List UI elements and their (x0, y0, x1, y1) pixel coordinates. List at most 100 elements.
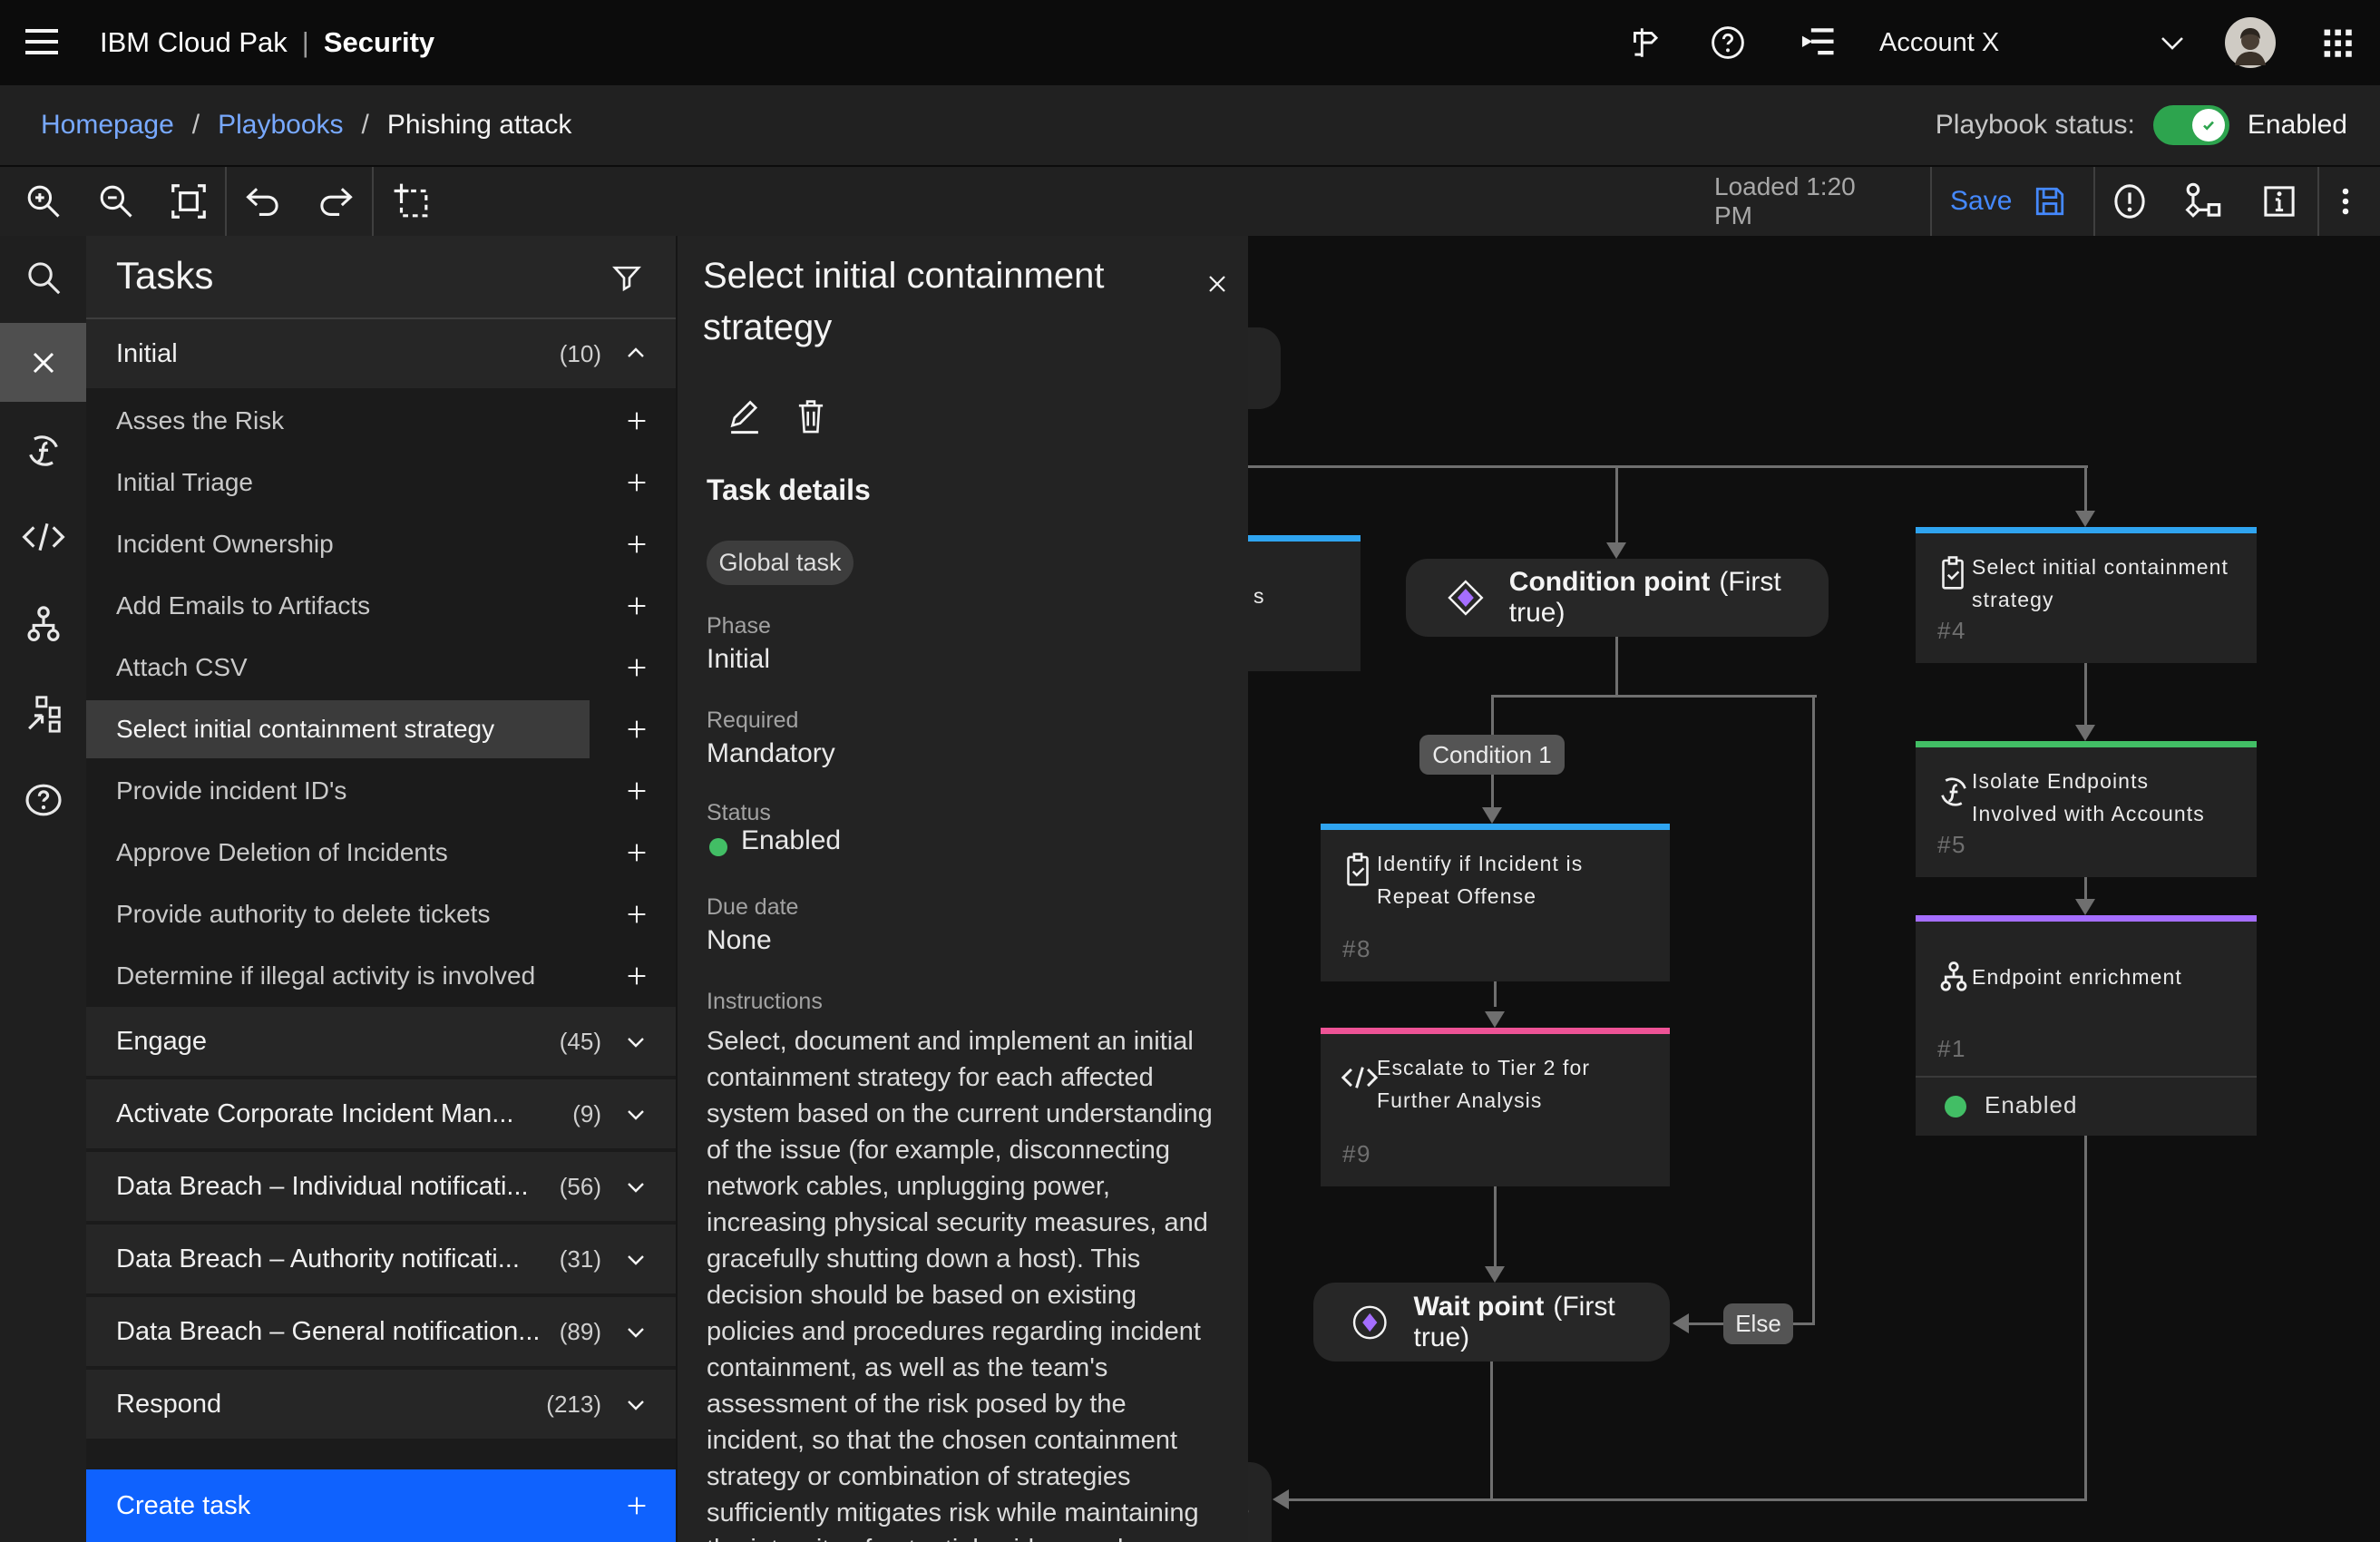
undo-button[interactable] (229, 167, 298, 236)
task-item[interactable]: Determine if illegal activity is involve… (86, 945, 676, 1007)
event-feed-icon[interactable] (1798, 25, 1836, 60)
task-details-heading: Task details (707, 473, 871, 507)
task-group-db-authority[interactable]: Data Breach – Authority notificati... (3… (86, 1225, 676, 1295)
group-label: Activate Corporate Incident Man... (116, 1099, 572, 1129)
status-label: Status (707, 800, 771, 826)
wayfinding-icon[interactable] (1622, 24, 1660, 62)
functions-icon[interactable] (0, 417, 86, 484)
help-icon[interactable] (1709, 24, 1747, 62)
top-header-bar: IBM Cloud Pak | Security Account X (0, 0, 2380, 85)
task-item[interactable]: Incident Ownership (86, 513, 676, 575)
partial-wait-node[interactable]: aths) (1248, 1462, 1272, 1542)
account-selector[interactable]: Account X (1879, 0, 1999, 85)
arrowhead (1606, 542, 1626, 559)
instructions-text: Select, document and implement an initia… (707, 1023, 1231, 1542)
tasks-title: Tasks (116, 254, 213, 298)
diagram-toolbar: Loaded 1:20 PM Save (0, 165, 2380, 236)
task-group-db-general[interactable]: Data Breach – General notification... (8… (86, 1297, 676, 1368)
task-item[interactable]: Initial Triage (86, 452, 676, 513)
connector-line (1248, 465, 2088, 468)
task-node-8[interactable]: Identify if Incident is Repeat Offense #… (1321, 824, 1670, 981)
create-task-button[interactable]: Create task (86, 1469, 676, 1542)
marquee-select-button[interactable] (377, 167, 446, 236)
fit-to-screen-button[interactable] (154, 167, 223, 236)
task-node-9[interactable]: Escalate to Tier 2 for Further Analysis … (1321, 1028, 1670, 1186)
condition-point-label: Condition point (1509, 567, 1711, 597)
node-id: #5 (1937, 831, 1966, 859)
arrowhead (1273, 1489, 1289, 1509)
close-panel-icon[interactable] (0, 323, 86, 402)
reassign-icon[interactable] (0, 679, 86, 747)
hamburger-menu-icon[interactable] (24, 25, 60, 60)
code-icon[interactable] (0, 503, 86, 571)
node-status-footer: Enabled (1916, 1076, 2257, 1136)
wait-point-label: Wait point (1413, 1292, 1544, 1322)
connector-line (1494, 1186, 1497, 1266)
add-icon (623, 469, 650, 496)
breadcrumb-playbooks[interactable]: Playbooks (218, 110, 343, 141)
zoom-out-button[interactable] (82, 167, 151, 236)
partial-task-node[interactable]: s (1248, 535, 1361, 671)
app-switcher-grid-icon[interactable] (2318, 24, 2356, 62)
task-group-db-individual[interactable]: Data Breach – Individual notificati... (… (86, 1152, 676, 1223)
node-color-bar (1916, 915, 2257, 922)
chevron-down-icon (621, 1099, 650, 1128)
validation-warning-button[interactable] (2095, 167, 2164, 236)
task-item[interactable]: Approve Deletion of Incidents (86, 822, 676, 883)
task-item[interactable]: Provide authority to delete tickets (86, 883, 676, 945)
filter-icon[interactable] (610, 261, 644, 296)
group-count: (31) (560, 1245, 601, 1274)
else-tag[interactable]: Else (1723, 1303, 1793, 1344)
task-group-engage[interactable]: Engage (45) (86, 1007, 676, 1078)
wait-point-node[interactable]: Wait point(First true) (1313, 1283, 1670, 1361)
condition-point-node[interactable]: Condition point(First true) (1406, 559, 1829, 637)
zoom-in-button[interactable] (9, 167, 78, 236)
help-circle-icon[interactable] (0, 766, 86, 834)
task-item-label: Add Emails to Artifacts (116, 591, 623, 620)
task-item[interactable]: Add Emails to Artifacts (86, 575, 676, 637)
group-label: Data Breach – Authority notificati... (116, 1244, 560, 1274)
search-icon[interactable] (0, 244, 86, 311)
delete-icon[interactable] (792, 395, 830, 437)
task-item[interactable]: Provide incident ID's (86, 760, 676, 822)
info-panel-button[interactable] (2245, 167, 2314, 236)
brand-divider: | (302, 26, 309, 59)
connector-line (2084, 468, 2087, 511)
group-count: (45) (560, 1028, 601, 1056)
group-count: (10) (560, 340, 601, 368)
task-group-activate[interactable]: Activate Corporate Incident Man... (9) (86, 1079, 676, 1150)
task-node-1[interactable]: Endpoint enrichment #1 Enabled (1916, 915, 2257, 1136)
task-group-initial[interactable]: Initial (10) (86, 319, 676, 390)
task-node-4[interactable]: Select initial containment strategy #4 (1916, 527, 2257, 663)
app-window: IBM Cloud Pak | Security Account X (0, 0, 2380, 1542)
task-node-5[interactable]: Isolate Endpoints Involved with Accounts… (1916, 741, 2257, 877)
playbook-canvas[interactable]: s Condition point(First true) Condition … (1248, 236, 2380, 1542)
hierarchy-icon[interactable] (0, 590, 86, 658)
task-item[interactable]: Asses the Risk (86, 390, 676, 452)
task-item-selected[interactable]: Select initial containment strategy (86, 698, 676, 760)
overflow-menu-button[interactable] (2311, 167, 2380, 236)
task-item[interactable]: Attach CSV (86, 637, 676, 698)
redo-button[interactable] (301, 167, 370, 236)
account-chevron-down-icon[interactable] (2157, 33, 2188, 54)
playbook-status-toggle[interactable] (2153, 105, 2229, 145)
task-group-respond[interactable]: Respond (213) (86, 1370, 676, 1440)
group-label: Initial (116, 339, 560, 369)
flow-overview-button[interactable] (2168, 167, 2237, 236)
avatar[interactable] (2224, 16, 2277, 69)
connector-line (2084, 663, 2087, 725)
breadcrumb-homepage[interactable]: Homepage (41, 110, 174, 141)
breadcrumb-current: Phishing attack (387, 110, 571, 141)
group-count: (89) (560, 1318, 601, 1346)
loaded-timestamp: Loaded 1:20 PM (1714, 167, 1900, 236)
edit-icon[interactable] (725, 395, 765, 437)
partial-node[interactable] (1248, 327, 1281, 409)
connector-line (1490, 1361, 1493, 1501)
clipboard-check-icon (1936, 554, 1970, 592)
task-item-label: Attach CSV (116, 653, 623, 682)
condition-1-tag[interactable]: Condition 1 (1419, 735, 1565, 775)
chevron-down-icon (621, 1027, 650, 1056)
breadcrumb-bar: Homepage / Playbooks / Phishing attack P… (0, 85, 2380, 165)
save-button[interactable]: Save (1950, 167, 2068, 236)
close-icon[interactable] (1203, 269, 1232, 298)
